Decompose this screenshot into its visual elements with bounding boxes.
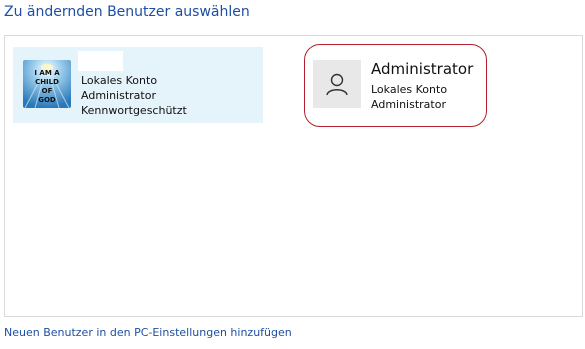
account-type-label: Lokales Konto [81, 74, 158, 87]
svg-text:I AM A: I AM A [34, 69, 60, 77]
svg-text:CHILD: CHILD [35, 78, 59, 86]
user-details: Lokales Konto Administrator Kennwortgesc… [81, 73, 187, 118]
user-list-panel: I AM A CHILD OF GOD Lokales Konto Admini… [4, 35, 583, 317]
password-status-label: Kennwortgeschützt [81, 104, 187, 117]
user-avatar-picture: I AM A CHILD OF GOD [23, 60, 71, 108]
user-accounts-window: Zu ändernden Benutzer auswählen I AM A C… [0, 0, 585, 349]
account-role-label: Administrator [81, 89, 156, 102]
svg-text:GOD: GOD [38, 96, 56, 104]
account-role-label: Administrator [371, 98, 446, 111]
user-tile-administrator[interactable]: Administrator Lokales Konto Administrato… [304, 44, 487, 127]
user-name: Administrator [371, 60, 474, 78]
user-avatar-default [313, 60, 361, 108]
user-details: Lokales Konto Administrator [371, 82, 447, 112]
add-user-link[interactable]: Neuen Benutzer in den PC-Einstellungen h… [4, 326, 292, 339]
svg-text:OF: OF [42, 87, 53, 95]
page-title: Zu ändernden Benutzer auswählen [4, 4, 250, 20]
user-tile-local-account[interactable]: I AM A CHILD OF GOD Lokales Konto Admini… [13, 47, 263, 123]
account-type-label: Lokales Konto [371, 83, 448, 96]
user-name-redacted [78, 51, 123, 71]
person-icon [326, 73, 348, 96]
